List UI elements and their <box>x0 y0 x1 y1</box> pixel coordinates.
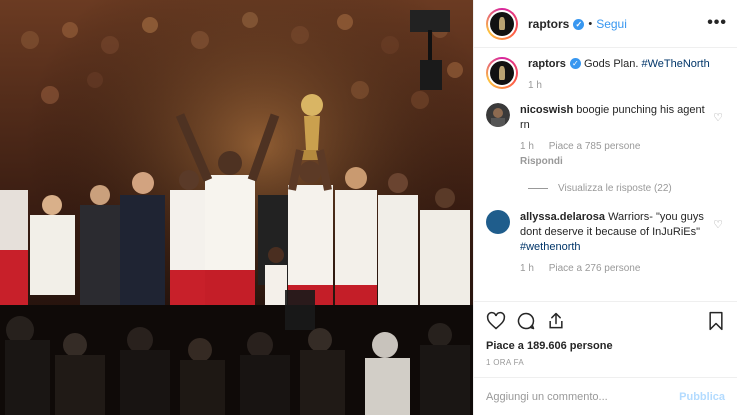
caption-username[interactable]: raptors <box>528 58 566 70</box>
bookmark-icon[interactable] <box>707 311 725 331</box>
username[interactable]: raptors ✓ <box>528 17 585 31</box>
commenter-avatar[interactable] <box>486 210 510 234</box>
comment-input[interactable] <box>486 390 680 403</box>
post-actions: Piace a 189.606 persone 1 ORA FA <box>474 301 737 367</box>
instagram-post: raptors ✓ • Segui ••• raptors ✓ Gods Plan.… <box>0 0 737 415</box>
comment-item: allyssa.delarosa Warriors- "you guys don… <box>486 210 725 276</box>
commenter-avatar[interactable] <box>486 103 510 127</box>
post-header: raptors ✓ • Segui ••• <box>474 0 737 48</box>
comment-likes[interactable]: Piace a 785 persone <box>549 141 641 152</box>
post-sidebar: raptors ✓ • Segui ••• raptors ✓ Gods Plan.… <box>473 0 737 415</box>
add-comment-bar: Pubblica <box>474 377 737 415</box>
comment-time: 1 h <box>520 263 534 274</box>
comment-username[interactable]: nicoswish <box>520 104 573 116</box>
caption: raptors ✓ Gods Plan. #WeTheNorth 1 h <box>486 57 725 93</box>
raptors-logo <box>490 61 514 85</box>
caption-text: Gods Plan. <box>583 58 639 70</box>
comment-username[interactable]: allyssa.delarosa <box>520 211 605 223</box>
reply-button[interactable]: Rispondi <box>520 154 710 169</box>
more-options-icon[interactable]: ••• <box>707 14 727 32</box>
championship-celebration-image <box>0 0 473 415</box>
comment-time: 1 h <box>520 141 534 152</box>
follow-button[interactable]: Segui <box>596 17 627 31</box>
comments-list[interactable]: raptors ✓ Gods Plan. #WeTheNorth 1 h nico… <box>474 57 737 300</box>
heart-icon[interactable] <box>486 311 506 331</box>
comment-like-heart-icon[interactable]: ♡ <box>713 218 723 231</box>
raptors-logo <box>490 11 514 36</box>
comment-icon[interactable] <box>516 311 536 331</box>
separator-dot: • <box>588 17 593 30</box>
share-icon[interactable] <box>546 311 566 331</box>
comment-item: nicoswish boogie punching his agent rn 1… <box>486 103 725 169</box>
publish-button[interactable]: Pubblica <box>679 391 725 403</box>
likes-count[interactable]: Piace a 189.606 persone <box>486 340 725 352</box>
post-timestamp: 1 ORA FA <box>486 358 524 367</box>
caption-hashtag[interactable]: #WeTheNorth <box>641 58 709 70</box>
divider-line <box>528 188 548 189</box>
verified-badge-icon: ✓ <box>569 58 581 69</box>
post-photo[interactable] <box>0 0 473 415</box>
avatar[interactable] <box>486 7 518 40</box>
caption-avatar[interactable] <box>486 57 518 89</box>
comment-likes[interactable]: Piace a 276 persone <box>549 263 641 274</box>
comment-hashtag[interactable]: #wethenorth <box>520 241 581 253</box>
view-replies-button[interactable]: Visualizza le risposte (22) <box>528 183 725 194</box>
caption-time: 1 h <box>528 80 542 91</box>
comment-like-heart-icon[interactable]: ♡ <box>713 111 723 124</box>
verified-badge-icon: ✓ <box>573 18 585 30</box>
